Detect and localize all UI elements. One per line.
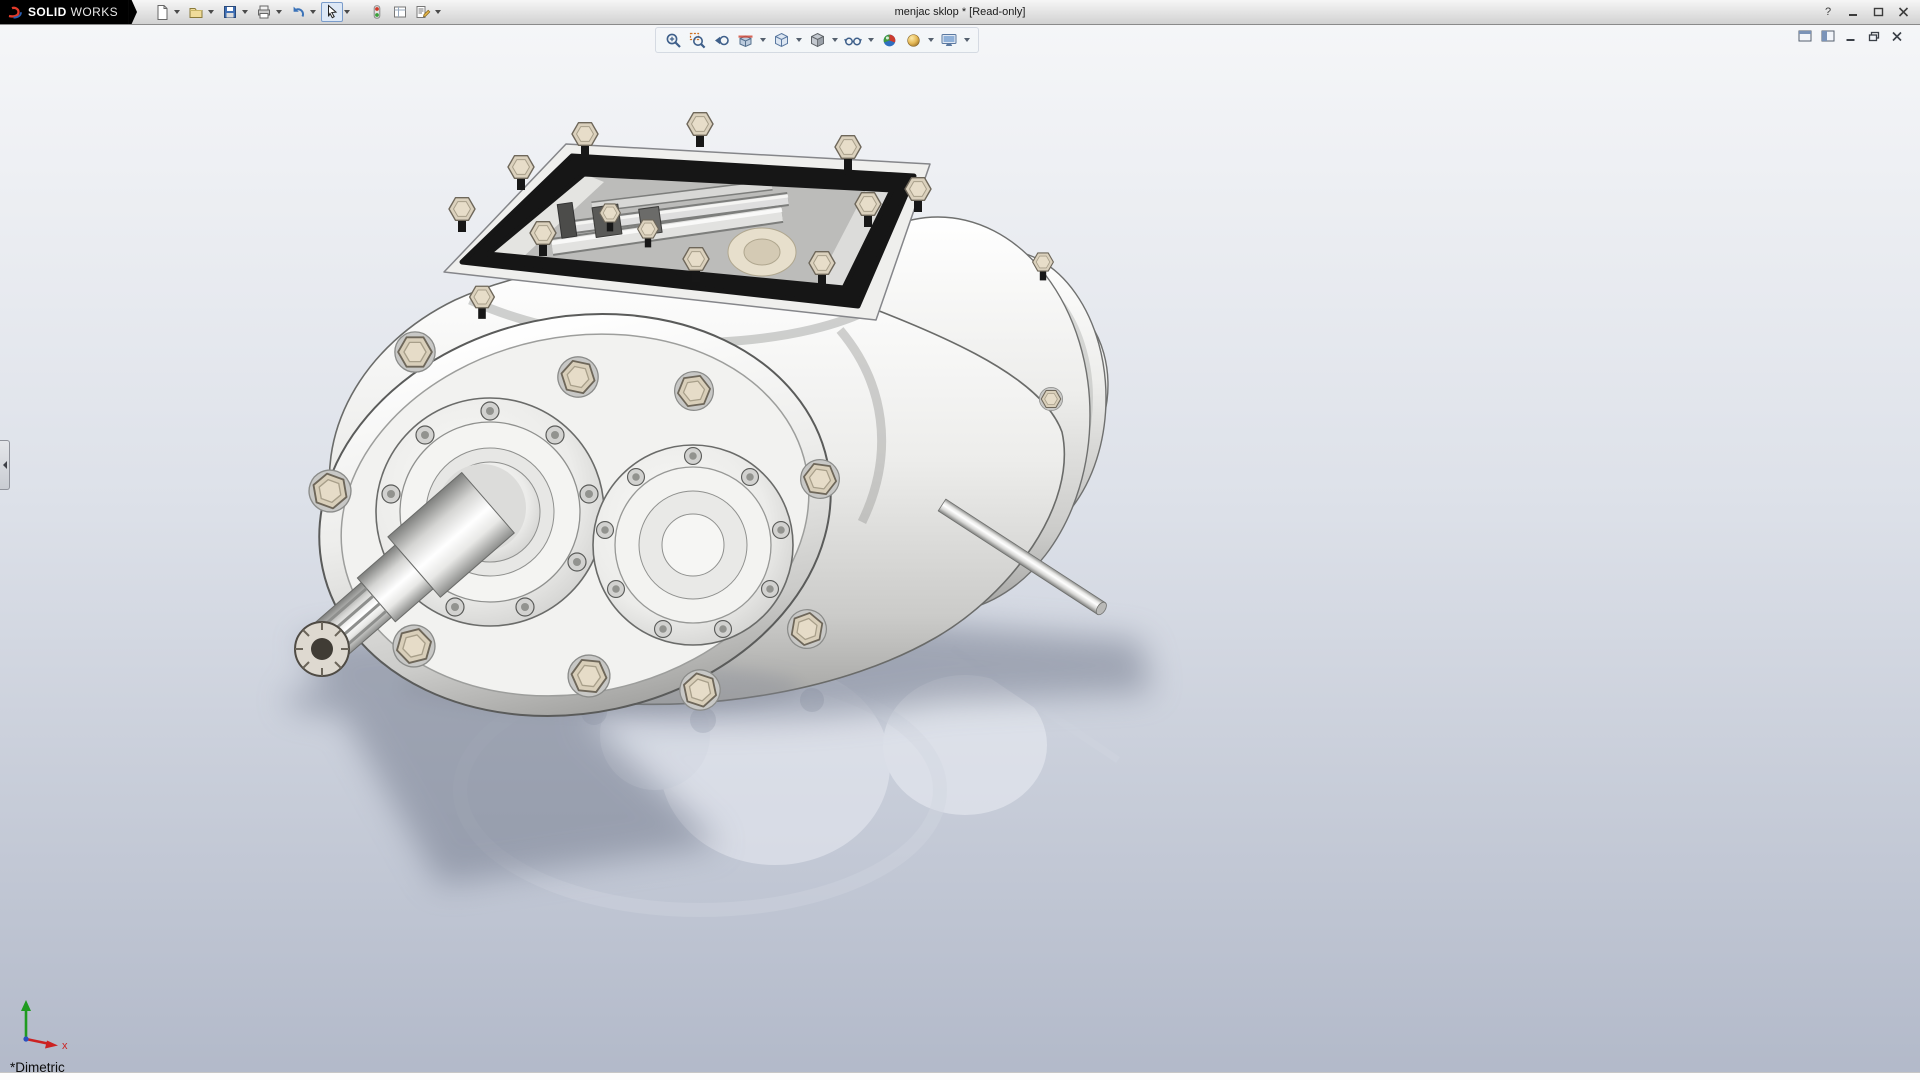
logo-text-bold: SOLID <box>28 5 67 19</box>
select-dropdown-arrow[interactable] <box>344 10 350 14</box>
hide-show-items-button[interactable] <box>842 30 864 50</box>
maximize-button[interactable] <box>1869 4 1887 20</box>
options-icon <box>415 4 431 20</box>
tile-window-right-button[interactable] <box>1819 29 1837 43</box>
triad-x-arrow <box>45 1041 58 1049</box>
display-style-dropdown-arrow[interactable] <box>832 38 838 42</box>
hide-show-dropdown-arrow[interactable] <box>868 38 874 42</box>
minimize-button[interactable] <box>1844 4 1862 20</box>
close-icon <box>1898 7 1909 17</box>
sheet-properties-button[interactable] <box>389 2 411 22</box>
triad-x-label: x <box>62 1040 68 1049</box>
model-canvas[interactable] <box>0 24 1920 1080</box>
logo-notch <box>128 0 137 24</box>
display-style-button[interactable] <box>806 30 828 50</box>
open-dropdown-arrow[interactable] <box>208 10 214 14</box>
solidworks-logo: SOLID WORKS <box>0 0 128 24</box>
open-document-button[interactable] <box>185 2 207 22</box>
print-dropdown-arrow[interactable] <box>276 10 282 14</box>
save-dropdown-arrow[interactable] <box>242 10 248 14</box>
edit-appearance-icon <box>881 32 898 49</box>
new-dropdown-arrow[interactable] <box>174 10 180 14</box>
tile-left-icon <box>1798 30 1812 42</box>
previous-view-button[interactable] <box>710 30 732 50</box>
view-orientation-button[interactable] <box>770 30 792 50</box>
restore-document-icon <box>1868 31 1880 42</box>
minimize-icon <box>1848 7 1859 17</box>
zoom-to-fit-icon <box>665 32 682 49</box>
restore-document-button[interactable] <box>1865 29 1883 43</box>
new-document-button[interactable] <box>151 2 173 22</box>
edit-appearance-button[interactable] <box>878 30 900 50</box>
main-toolbar <box>151 2 445 22</box>
color-status-button[interactable] <box>366 2 388 22</box>
new-document-icon <box>154 4 170 20</box>
save-button[interactable] <box>219 2 241 22</box>
select-arrow-icon <box>324 4 340 20</box>
close-document-button[interactable] <box>1888 29 1906 43</box>
sheet-properties-icon <box>392 4 408 20</box>
tile-right-icon <box>1821 30 1835 42</box>
status-strip <box>0 1072 1920 1080</box>
print-icon <box>256 4 272 20</box>
apply-scene-dropdown-arrow[interactable] <box>928 38 934 42</box>
help-button[interactable]: ? <box>1819 4 1837 20</box>
view-settings-icon <box>940 32 958 49</box>
apply-scene-icon <box>905 32 922 49</box>
save-icon <box>222 4 238 20</box>
view-orientation-icon <box>773 32 790 49</box>
orientation-triad: x <box>12 997 76 1054</box>
section-view-button[interactable] <box>734 30 756 50</box>
zoom-to-area-button[interactable] <box>686 30 708 50</box>
zoom-to-fit-button[interactable] <box>662 30 684 50</box>
color-status-icon <box>369 4 385 20</box>
ds-logo-icon <box>6 5 24 20</box>
flyout-arrow-icon <box>3 461 7 469</box>
select-tool-button[interactable] <box>321 2 343 22</box>
previous-view-icon <box>713 32 730 49</box>
zoom-to-area-icon <box>689 32 706 49</box>
graphics-area: x *Dimetric <box>0 24 1920 1080</box>
window-controls: ? <box>1819 4 1920 20</box>
print-button[interactable] <box>253 2 275 22</box>
close-document-icon <box>1891 31 1903 42</box>
solidworks-window: SOLID WORKS <box>0 0 1920 1080</box>
options-button[interactable] <box>412 2 434 22</box>
titlebar: SOLID WORKS <box>0 0 1920 25</box>
undo-button[interactable] <box>287 2 309 22</box>
triad-y-arrow <box>21 1000 31 1011</box>
view-settings-dropdown-arrow[interactable] <box>964 38 970 42</box>
section-view-icon <box>737 32 754 49</box>
options-dropdown-arrow[interactable] <box>435 10 441 14</box>
window-title: menjac sklop * [Read-only] <box>895 0 1026 24</box>
right-flange <box>593 445 793 645</box>
display-style-icon <box>809 32 826 49</box>
view-orientation-dropdown-arrow[interactable] <box>796 38 802 42</box>
open-document-icon <box>188 4 204 20</box>
document-window-controls <box>1796 29 1906 43</box>
feature-tree-flyout-tab[interactable] <box>0 440 10 490</box>
minimize-document-button[interactable] <box>1842 29 1860 43</box>
view-settings-button[interactable] <box>938 30 960 50</box>
undo-icon <box>290 4 306 20</box>
undo-dropdown-arrow[interactable] <box>310 10 316 14</box>
tile-window-left-button[interactable] <box>1796 29 1814 43</box>
maximize-icon <box>1873 7 1884 17</box>
section-dropdown-arrow[interactable] <box>760 38 766 42</box>
close-button[interactable] <box>1894 4 1912 20</box>
apply-scene-button[interactable] <box>902 30 924 50</box>
hide-show-items-icon <box>844 32 862 49</box>
spline-end-face <box>295 622 349 676</box>
triad-z-dot <box>23 1036 28 1041</box>
logo-text-light: WORKS <box>71 5 118 19</box>
heads-up-view-toolbar <box>655 27 979 53</box>
minimize-document-icon <box>1845 31 1857 42</box>
